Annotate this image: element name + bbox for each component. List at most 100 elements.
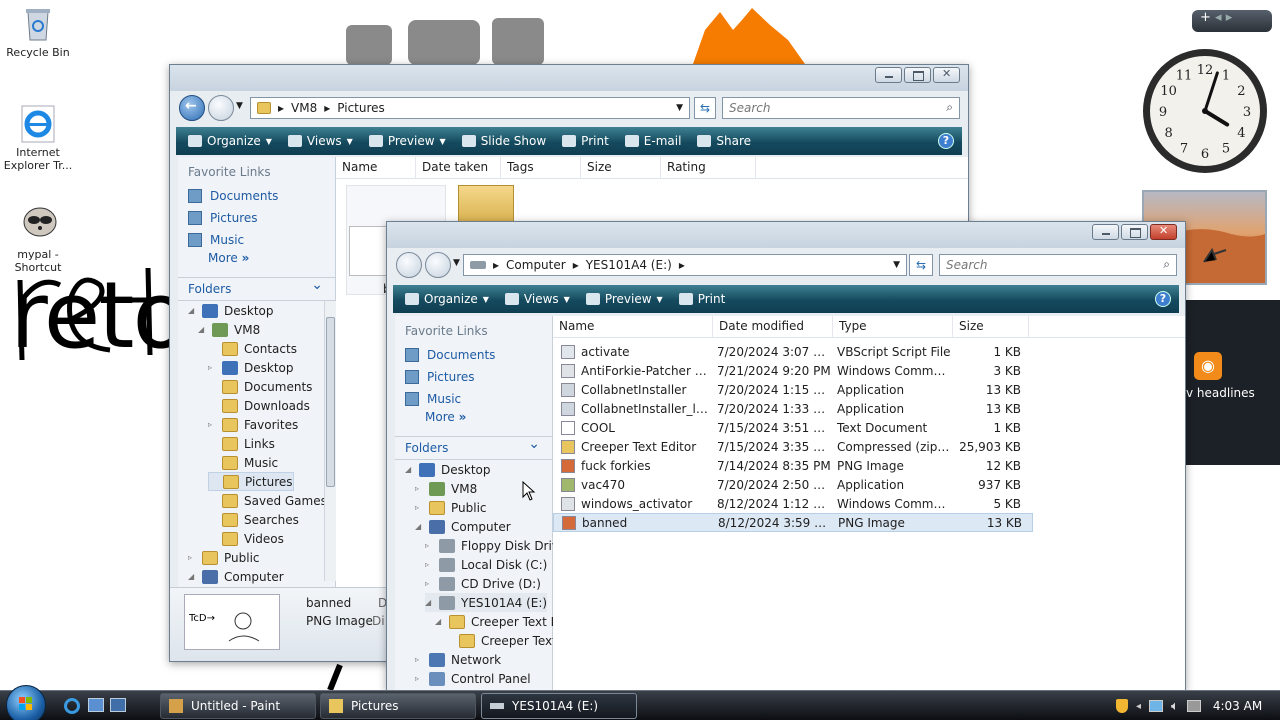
tree-item[interactable]: Music: [208, 453, 278, 472]
favorite-pictures[interactable]: Pictures: [395, 366, 552, 388]
file-row[interactable]: banned 8/12/2024 3:59 AM PNG Image 13 KB: [553, 513, 1033, 532]
slide-show-button[interactable]: Slide Show: [454, 134, 554, 148]
favorite-music[interactable]: Music: [395, 388, 552, 410]
tree-item[interactable]: Saved Games: [208, 491, 327, 510]
feed-gadget[interactable]: ◉ v headlines: [1186, 300, 1280, 465]
tree-scrollbar[interactable]: [324, 301, 336, 581]
file-row[interactable]: CollabnetInstaller_lega... 7/20/2024 1:33…: [553, 399, 1033, 418]
tree-item[interactable]: ▹ Local Disk (C:): [425, 555, 547, 574]
maximize-button[interactable]: [904, 67, 931, 83]
minimize-button[interactable]: [875, 67, 902, 83]
column-type[interactable]: Type: [833, 316, 953, 337]
recent-pages-dropdown[interactable]: ▼: [236, 101, 243, 111]
pictures-address-bar[interactable]: ▸ VM8 ▸ Pictures ▼: [250, 97, 690, 119]
favorite-pictures[interactable]: Pictures: [178, 207, 335, 229]
expand-icon[interactable]: ◢: [415, 522, 423, 531]
back-button[interactable]: [179, 95, 205, 121]
drive-address-bar[interactable]: ▸ Computer ▸ YES101A4 (E:) ▸ ▼: [463, 254, 907, 276]
tree-item[interactable]: ▹ Public: [188, 548, 260, 567]
favorite-documents[interactable]: Documents: [395, 344, 552, 366]
tree-item[interactable]: Videos: [208, 529, 284, 548]
column-date-taken[interactable]: Date taken: [416, 157, 501, 178]
file-row[interactable]: vac470 7/20/2024 2:50 AM Application 937 KB: [553, 475, 1033, 494]
tree-item[interactable]: ◢ VM8: [198, 320, 260, 339]
column-rating[interactable]: Rating: [661, 157, 756, 178]
organize-button[interactable]: Organize ▼: [180, 134, 280, 148]
taskbar-drive[interactable]: YES101A4 (E:): [481, 693, 637, 719]
preview-button[interactable]: Preview ▼: [578, 292, 671, 306]
tree-item[interactable]: ◢ Computer: [188, 567, 284, 586]
favorite-documents[interactable]: Documents: [178, 185, 335, 207]
expand-icon[interactable]: ▹: [415, 484, 423, 493]
internet-explorer-shortcut[interactable]: Internet Explorer Tr...: [0, 104, 76, 172]
tree-item[interactable]: ▹ Desktop: [208, 358, 294, 377]
taskbar-pictures[interactable]: Pictures: [320, 693, 476, 719]
folders-toggle[interactable]: Folders: [178, 277, 335, 301]
expand-icon[interactable]: ◢: [188, 572, 196, 581]
more-link[interactable]: More »: [178, 251, 335, 273]
drive-search-input[interactable]: Search ⌕: [939, 254, 1177, 276]
tree-item[interactable]: ▹ Network: [415, 650, 501, 669]
volume-icon[interactable]: 🔈︎: [1171, 699, 1179, 714]
breadcrumb-drive[interactable]: YES101A4 (E:): [586, 258, 672, 272]
quick-launch-switch-icon[interactable]: [110, 698, 126, 712]
drive-titlebar[interactable]: [387, 222, 1185, 248]
tree-item[interactable]: Links: [208, 434, 275, 453]
column-tags[interactable]: Tags: [501, 157, 581, 178]
preview-button[interactable]: Preview ▼: [361, 134, 454, 148]
help-icon[interactable]: ?: [938, 133, 954, 149]
forward-button[interactable]: [425, 252, 451, 278]
tree-item[interactable]: Contacts: [208, 339, 297, 358]
column-name[interactable]: Name: [336, 157, 416, 178]
more-link[interactable]: More »: [395, 410, 552, 432]
tree-item[interactable]: ◢ Creeper Text Edi: [435, 612, 569, 631]
expand-icon[interactable]: ▹: [415, 655, 423, 664]
file-row[interactable]: fuck forkies 7/14/2024 8:35 PM PNG Image 12…: [553, 456, 1033, 475]
tree-item[interactable]: ▹ CD Drive (D:): [425, 574, 541, 593]
tree-item[interactable]: ◢ Desktop: [188, 301, 274, 320]
print-button[interactable]: Print: [554, 134, 617, 148]
address-dropdown-icon[interactable]: ▼: [676, 103, 683, 113]
breadcrumb-vm8[interactable]: VM8: [291, 101, 317, 115]
expand-icon[interactable]: ▹: [425, 560, 433, 569]
back-button[interactable]: [396, 252, 422, 278]
tree-item[interactable]: ▹ Control Panel: [415, 669, 531, 688]
expand-icon[interactable]: ▹: [425, 579, 433, 588]
tree-item[interactable]: Searches: [208, 510, 299, 529]
tree-item[interactable]: ▹ VM8: [415, 479, 477, 498]
quick-launch-ie-icon[interactable]: [64, 698, 80, 714]
file-row[interactable]: windows_activator 8/12/2024 1:12 AM Window…: [553, 494, 1033, 513]
search-icon[interactable]: ⌕: [1163, 257, 1170, 272]
folders-toggle[interactable]: Folders: [395, 436, 552, 460]
clock-gadget[interactable]: 12 1 2 3 4 5 6 7 8 9 10 11: [1140, 48, 1280, 178]
tree-item[interactable]: ▹ Public: [415, 498, 487, 517]
views-button[interactable]: Views ▼: [280, 134, 361, 148]
breadcrumb-pictures[interactable]: Pictures: [337, 101, 385, 115]
views-button[interactable]: Views ▼: [497, 292, 578, 306]
expand-icon[interactable]: ◢: [188, 306, 196, 315]
tree-item[interactable]: ▹ Floppy Disk Drive: [425, 536, 566, 555]
tray-chevron-icon[interactable]: ◂: [1136, 701, 1141, 712]
search-icon[interactable]: ⌕: [946, 100, 953, 115]
tree-item[interactable]: ◢ Desktop: [405, 460, 491, 479]
taskbar-paint[interactable]: Untitled - Paint: [160, 693, 316, 719]
expand-icon[interactable]: ▹: [415, 503, 423, 512]
tree-item[interactable]: ◢ YES101A4 (E:): [425, 593, 548, 612]
expand-icon[interactable]: ▹: [425, 541, 433, 550]
refresh-button[interactable]: ⇆: [909, 254, 933, 276]
expand-icon[interactable]: ▹: [208, 363, 216, 372]
pictures-titlebar[interactable]: [170, 65, 968, 91]
network-icon[interactable]: [1149, 700, 1164, 712]
file-row[interactable]: activate 7/20/2024 3:07 AM VBScript Script…: [553, 342, 1033, 361]
minimize-button[interactable]: [1092, 224, 1119, 240]
usb-icon[interactable]: [1186, 700, 1201, 712]
email-button[interactable]: E-mail: [617, 134, 690, 148]
column-name[interactable]: Name: [553, 316, 713, 337]
tree-item[interactable]: ▹ Favorites: [208, 415, 298, 434]
maximize-button[interactable]: [1121, 224, 1148, 240]
share-button[interactable]: Share: [689, 134, 759, 148]
expand-icon[interactable]: ▹: [208, 420, 216, 429]
help-icon[interactable]: ?: [1155, 291, 1171, 307]
print-button[interactable]: Print: [671, 292, 734, 306]
pictures-search-input[interactable]: Search ⌕: [722, 97, 960, 119]
